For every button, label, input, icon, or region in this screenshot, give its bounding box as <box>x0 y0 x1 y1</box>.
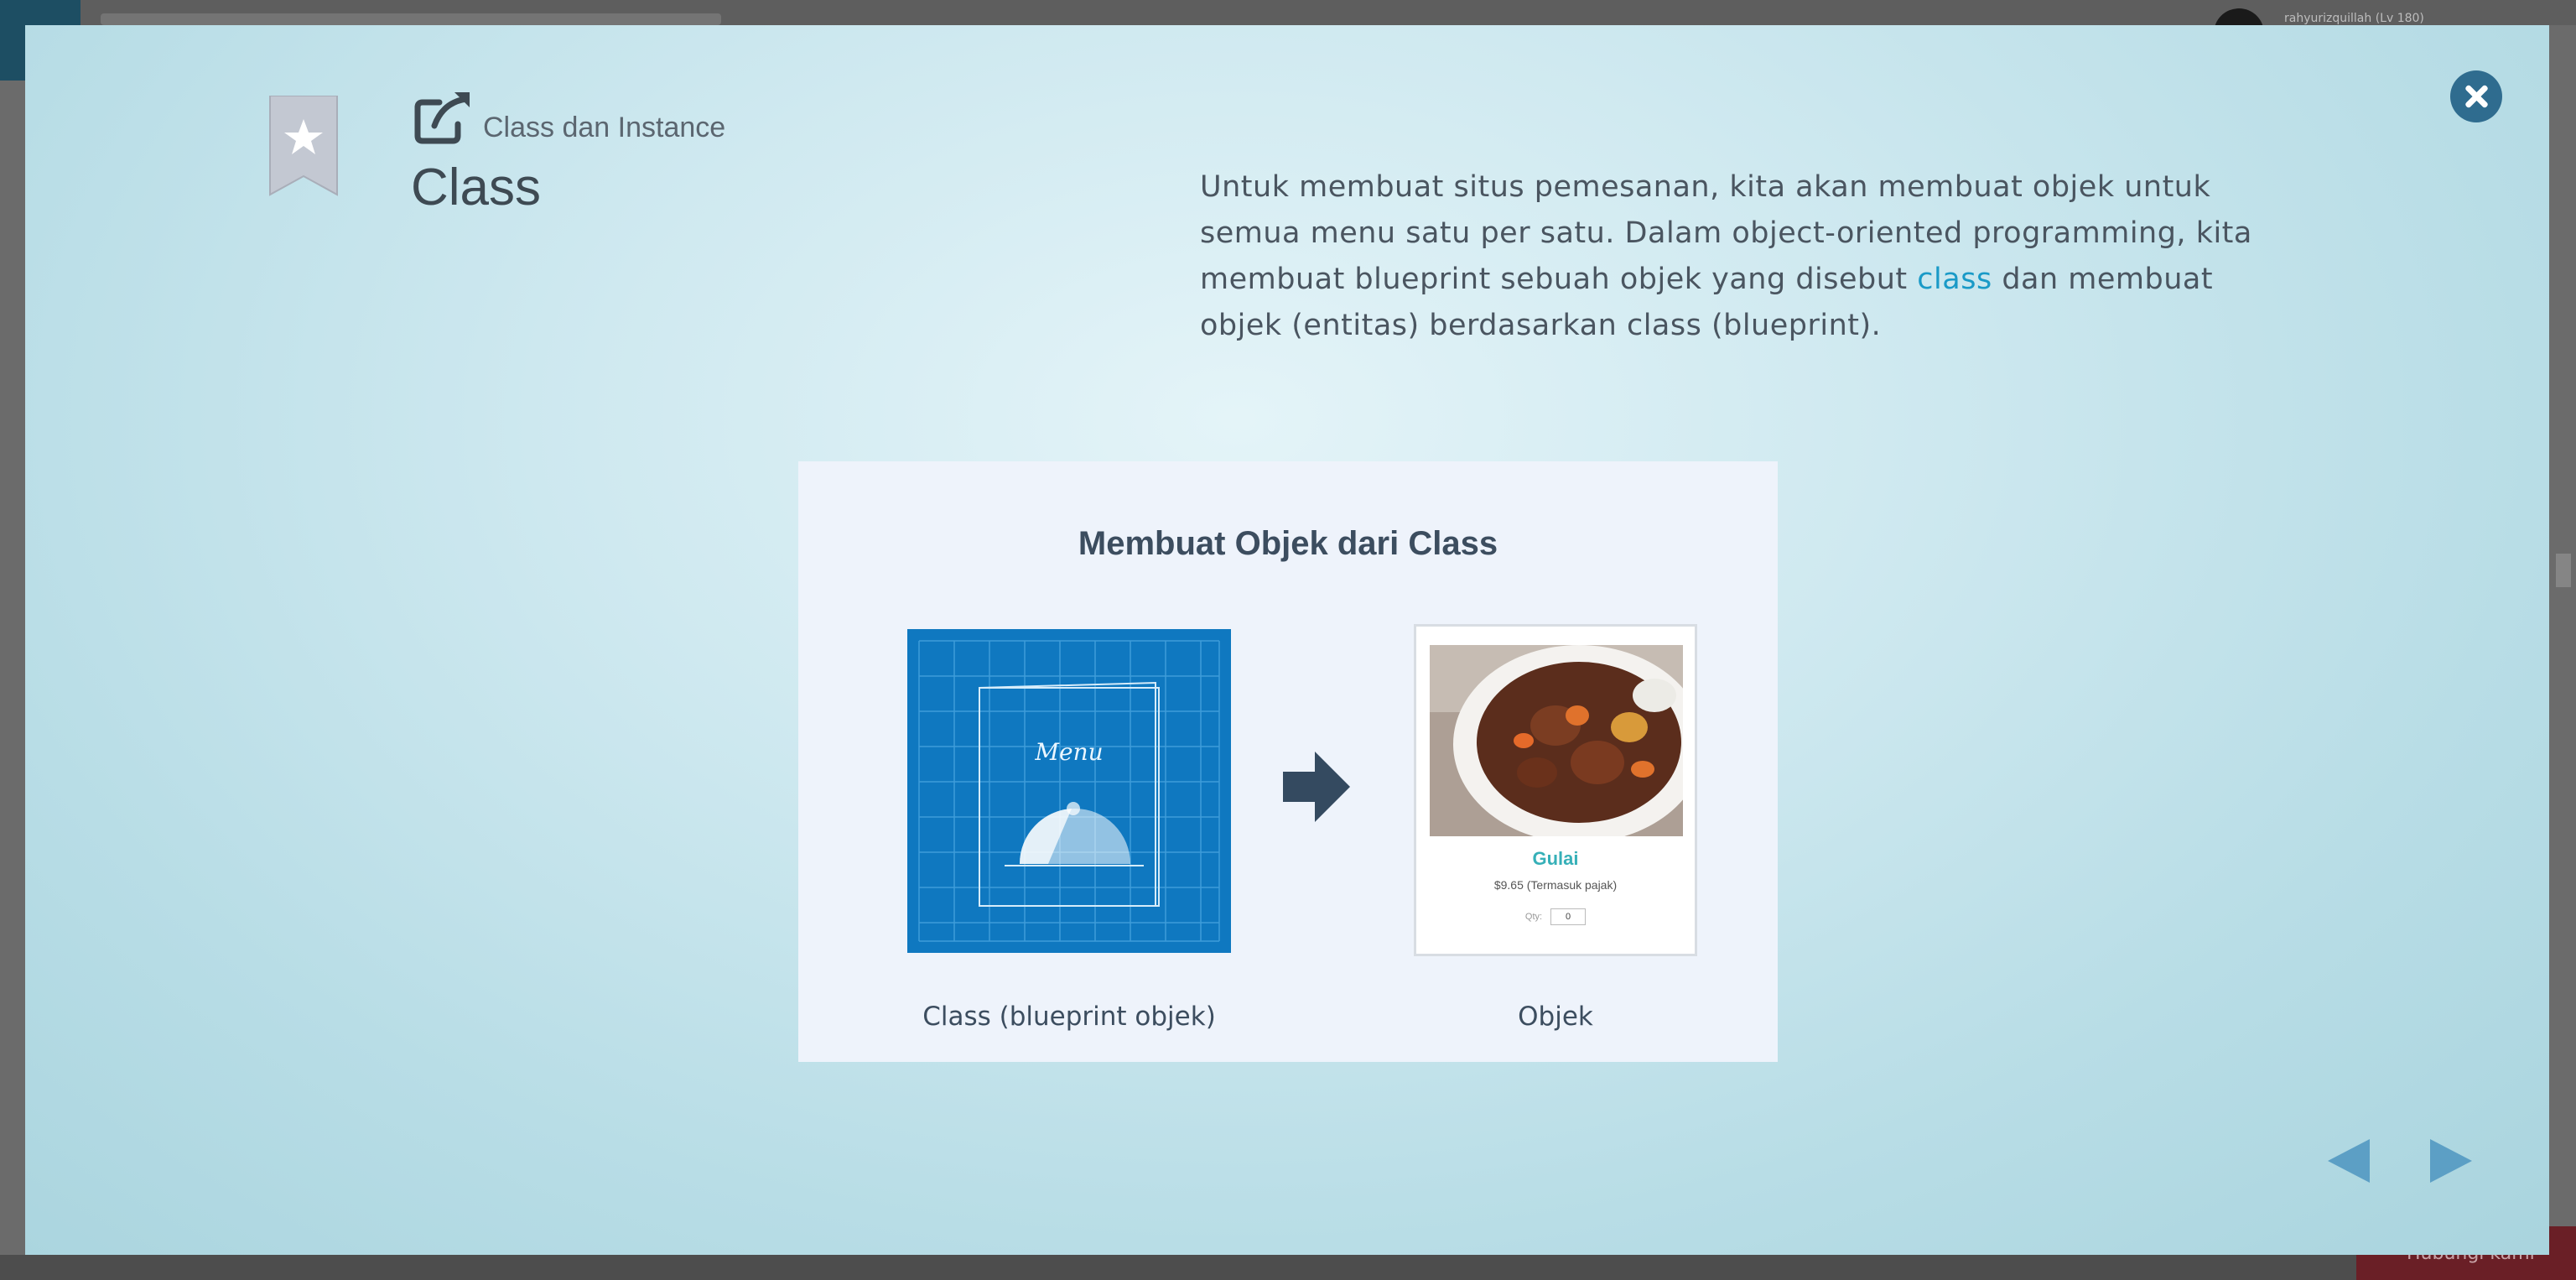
lesson-modal: Class dan Instance Class Untuk membuat s… <box>25 25 2549 1255</box>
quantity-row: Qty: 0 <box>1416 908 1695 925</box>
background-bottom-bar <box>0 1255 2576 1280</box>
blueprint-image: Menu <box>907 629 1231 953</box>
triangle-left-icon[interactable] <box>2328 1139 2370 1183</box>
object-food-card: Gulai $9.65 (Termasuk pajak) Qty: 0 <box>1414 624 1697 956</box>
food-price: $9.65 (Termasuk pajak) <box>1493 878 1618 892</box>
bookmark-star-icon[interactable] <box>268 96 339 196</box>
triangle-right-icon[interactable] <box>2430 1139 2472 1183</box>
blueprint-menu-label: Menu <box>1034 738 1103 766</box>
food-name: Gulai <box>1532 848 1579 869</box>
lesson-description: Untuk membuat situs pemesanan, kita akan… <box>1200 164 2257 349</box>
illustration-title: Membuat Objek dari Class <box>1078 525 1498 562</box>
page-title: Class <box>411 159 542 216</box>
breadcrumb[interactable]: Class dan Instance <box>483 112 725 144</box>
quantity-label: Qty: <box>1524 912 1543 922</box>
object-caption: Objek <box>1518 1002 1593 1032</box>
background-scrollbar <box>2556 554 2571 587</box>
description-highlight: class <box>1917 263 1992 296</box>
lesson-header: Class dan Instance Class <box>411 91 725 217</box>
breadcrumb-row: Class dan Instance <box>411 91 725 146</box>
background-search-bar <box>101 13 721 25</box>
quantity-field: 0 <box>1550 908 1587 925</box>
background-username: rahyurizquillah (Lv 180) <box>2284 12 2424 25</box>
illustration-card: Membuat Objek dari Class Menu Gulai $9.6… <box>798 461 1778 1062</box>
arrow-right-icon <box>1283 752 1350 822</box>
external-link-icon[interactable] <box>411 91 473 146</box>
food-image <box>1430 645 1683 836</box>
close-icon[interactable] <box>2450 70 2502 122</box>
class-caption: Class (blueprint objek) <box>922 1002 1216 1032</box>
